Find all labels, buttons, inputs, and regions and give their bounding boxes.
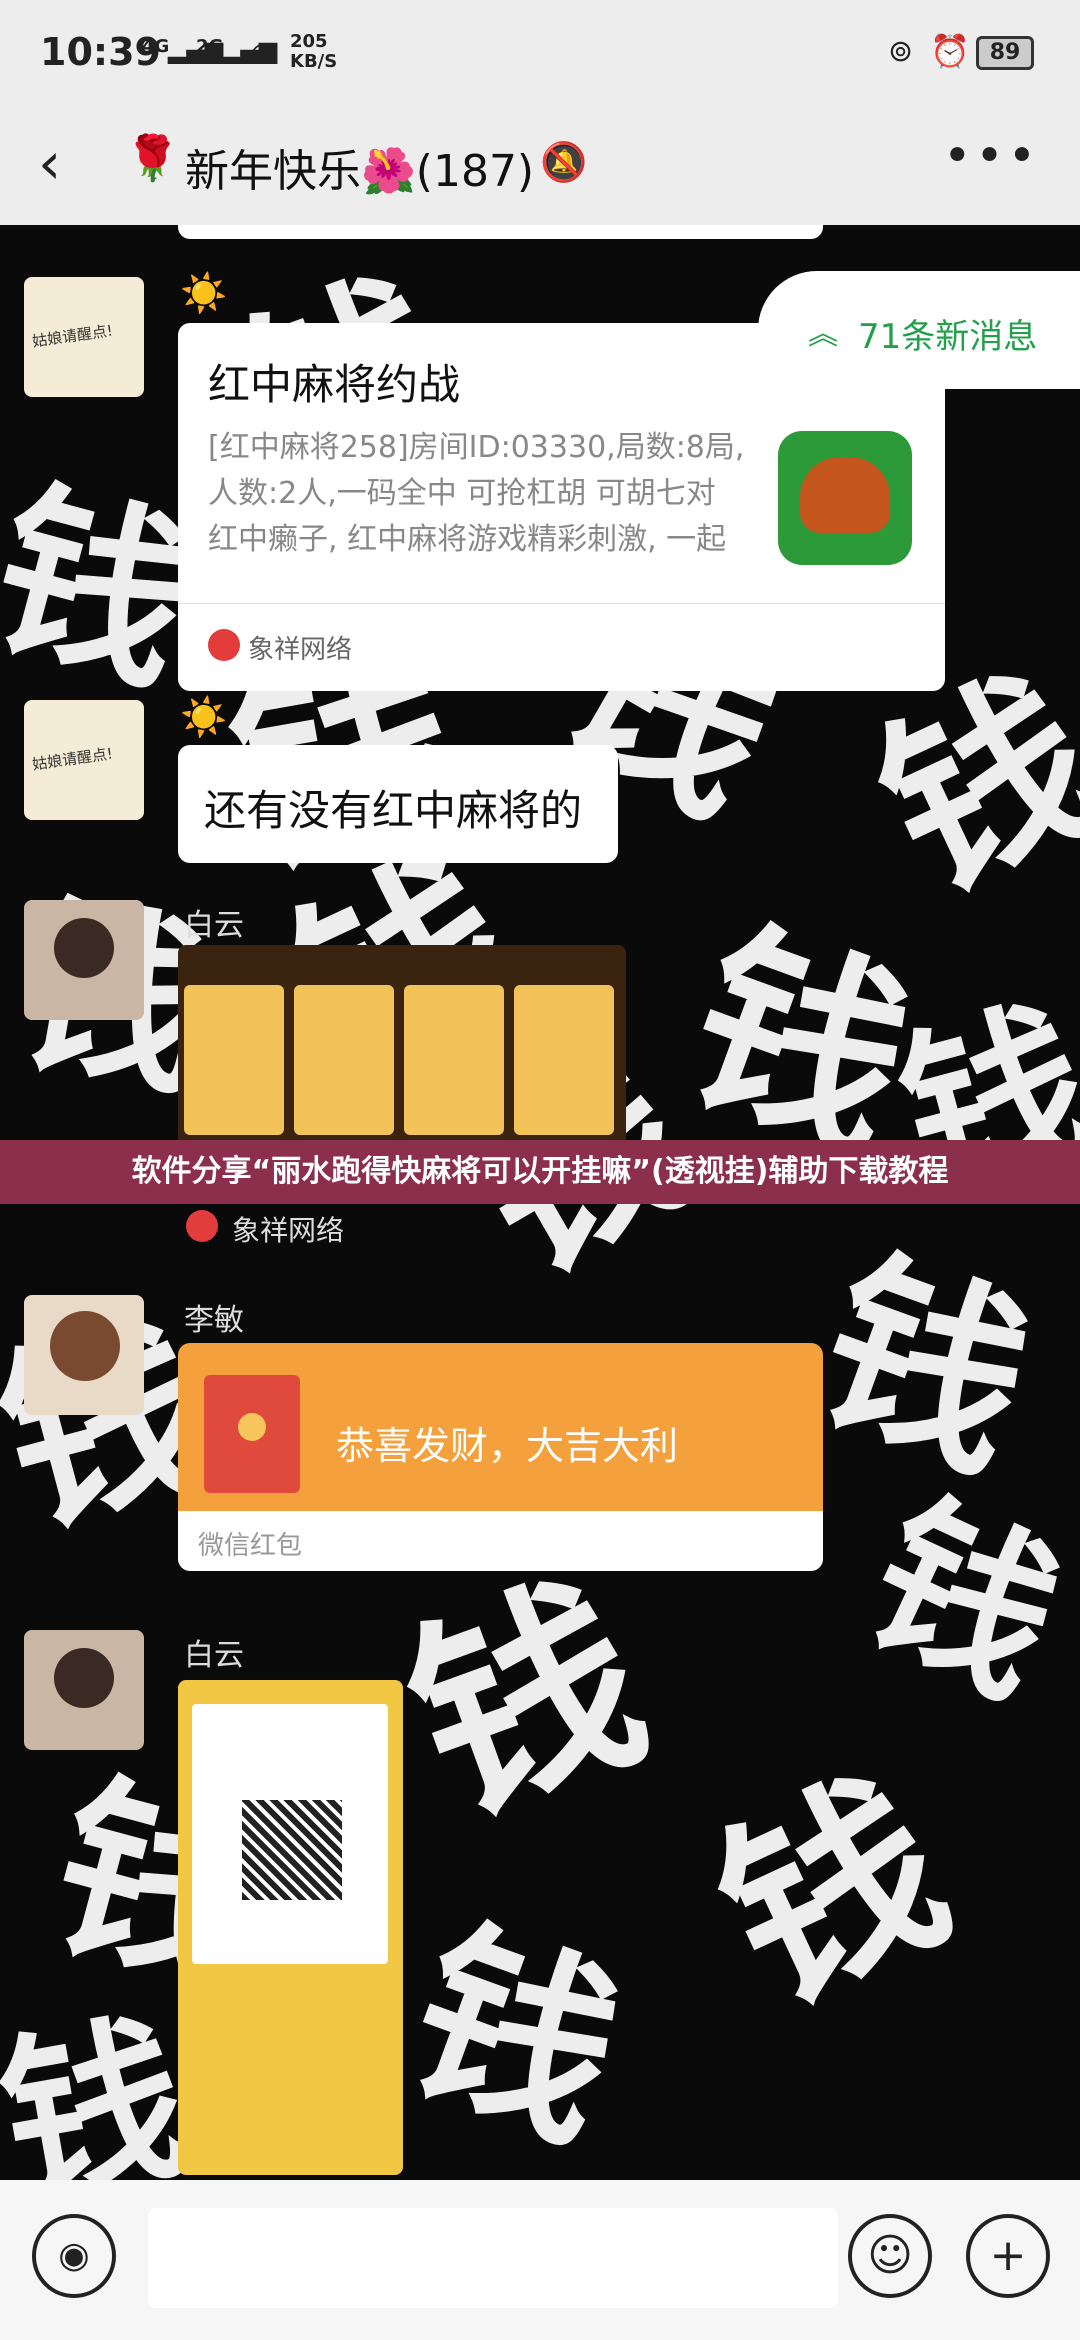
net-speed: 205 KB/S <box>290 32 337 72</box>
qr-card <box>192 1704 388 1964</box>
new-messages-label: 71条新消息 <box>858 317 1038 357</box>
avatar-person <box>54 1648 114 1708</box>
sender-name: 李敏 <box>184 1303 244 1338</box>
game-screenshot[interactable] <box>178 945 626 1145</box>
net-speed-unit: KB/S <box>290 51 338 72</box>
avatar-person <box>50 1311 120 1381</box>
avatar[interactable] <box>24 900 144 1020</box>
cropped-bubble <box>178 225 823 239</box>
sender-name: 白云 <box>184 1638 244 1673</box>
image-source: 象祥网络 <box>232 1214 345 1247</box>
emoji-icon[interactable]: ☺ <box>848 2214 932 2298</box>
text-bubble[interactable]: 还有没有红中麻将的 <box>178 745 618 863</box>
chat-area[interactable]: 钱 钱 钱 钱 钱 钱 钱 钱 钱 钱 钱 钱 钱 钱 钱 钱 钱 钱 钱 姑娘… <box>0 225 1080 2180</box>
chat-header: ‹ 🌹 新年快乐🌺(187) 🔕 ••• <box>0 110 1080 225</box>
avatar[interactable]: 姑娘请醒点! <box>24 277 144 397</box>
voice-icon[interactable]: ◉ <box>32 2214 116 2298</box>
chat-title[interactable]: 新年快乐🌺(187) <box>185 135 534 199</box>
card-title: 红中麻将约战 <box>208 360 461 409</box>
qr-image[interactable] <box>178 1680 403 2175</box>
promo-banner: 软件分享“丽水跑得快麻将可以开挂嘛”(透视挂)辅助下载教程 <box>0 1140 1080 1204</box>
alarm-icon: ⏰ <box>930 32 970 70</box>
avatar[interactable]: 姑娘请醒点! <box>24 700 144 820</box>
status-bar: 10:39 4G ▂▄▆ 2G ▂▄▆ ◠ 205 KB/S ⊚ ⏰ 89 <box>0 0 1080 110</box>
new-messages-pill[interactable]: ︽ 71条新消息 <box>758 271 1080 389</box>
card-divider <box>178 603 945 604</box>
player-panel <box>514 985 614 1135</box>
avatar[interactable] <box>24 1630 144 1750</box>
red-packet-footer: 微信红包 <box>178 1511 823 1571</box>
network-4g: 4G <box>142 36 170 57</box>
player-panel <box>404 985 504 1135</box>
sender-name: 白云 <box>184 908 244 943</box>
wifi-icon: ◠ <box>250 36 277 71</box>
card-description: [红中麻将258]房间ID:03330,局数:8局,人数:2人,一码全中 可抢杠… <box>208 430 745 557</box>
game-icon <box>778 431 912 565</box>
watermark-char: 钱 <box>685 1738 980 2050</box>
mute-icon: 🔕 <box>540 140 588 184</box>
back-icon[interactable]: ‹ <box>38 128 61 198</box>
sender-emoji: ☀️ <box>180 695 228 739</box>
rose-emoji: 🌹 <box>125 133 180 184</box>
message-text: 还有没有红中麻将的 <box>204 786 583 835</box>
qr-code <box>242 1800 342 1900</box>
avatar[interactable] <box>24 1295 144 1415</box>
red-packet-text: 恭喜发财，大吉大利 <box>336 1424 679 1468</box>
watermark-char: 钱 <box>379 1893 648 2180</box>
plus-icon[interactable]: + <box>966 2214 1050 2298</box>
net-speed-value: 205 <box>290 31 328 52</box>
avatar-text: 姑娘请醒点! <box>31 744 114 774</box>
more-icon[interactable]: ••• <box>943 128 1040 184</box>
lock-icon: ⊚ <box>888 34 914 69</box>
avatar-person <box>54 918 114 978</box>
red-packet-icon <box>204 1375 300 1493</box>
red-packet[interactable]: 恭喜发财，大吉大利 <box>178 1343 823 1511</box>
card-source: 象祥网络 <box>248 635 353 665</box>
coin-icon <box>238 1413 266 1441</box>
source-logo-icon <box>208 629 240 661</box>
message-input[interactable] <box>148 2208 838 2308</box>
battery-icon: 89 <box>976 36 1034 70</box>
player-panel <box>294 985 394 1135</box>
sender-emoji: ☀️ <box>180 271 228 315</box>
chevron-up-icon: ︽ <box>808 317 838 352</box>
input-bar: ◉ ☺ + <box>0 2180 1080 2340</box>
player-panel <box>184 985 284 1135</box>
red-packet-label: 微信红包 <box>198 1531 303 1561</box>
network-2g: 2G <box>196 36 224 57</box>
source-logo-icon <box>186 1210 218 1242</box>
avatar-text: 姑娘请醒点! <box>31 321 114 351</box>
mammoth-icon <box>800 457 890 533</box>
